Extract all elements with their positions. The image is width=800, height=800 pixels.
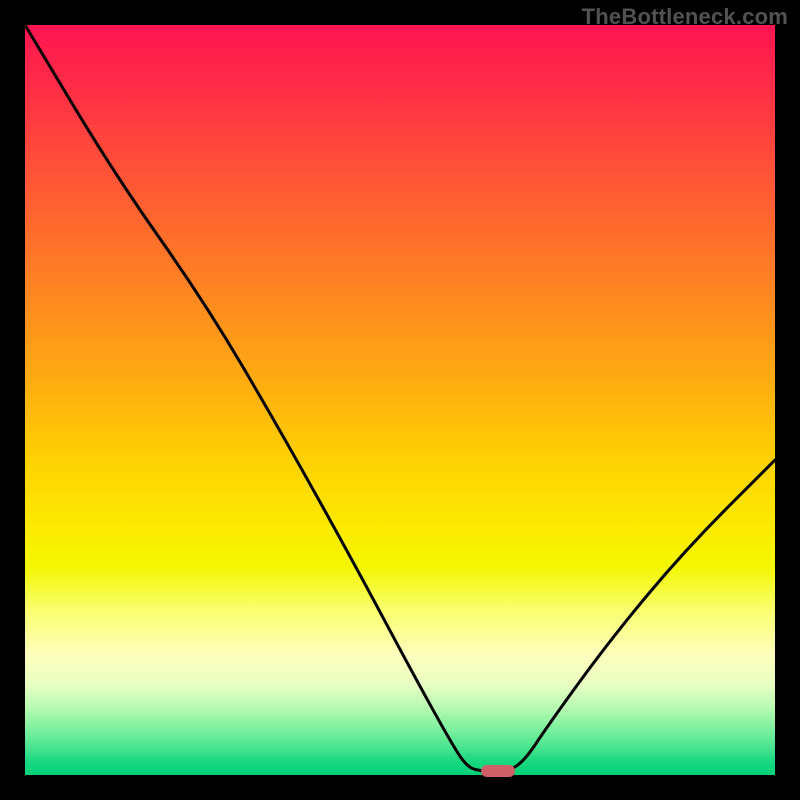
plot-area xyxy=(25,25,775,775)
chart-stage: TheBottleneck.com xyxy=(0,0,800,800)
curve-layer xyxy=(25,25,775,775)
optimal-point-marker xyxy=(481,765,515,777)
watermark-text: TheBottleneck.com xyxy=(582,4,788,30)
bottleneck-curve xyxy=(25,25,775,771)
